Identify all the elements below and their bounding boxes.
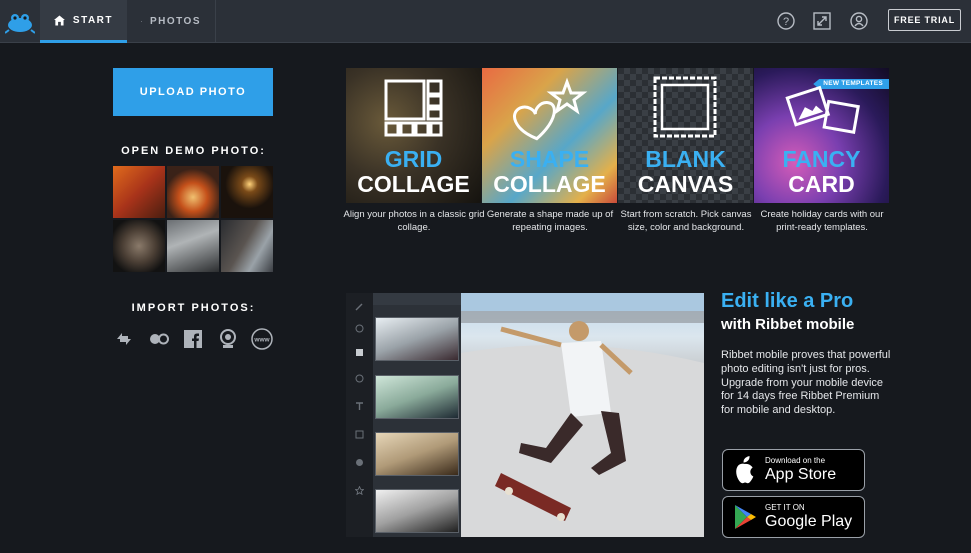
- import-photos-label: IMPORT PHOTOS:: [131, 302, 256, 314]
- promo-title: Edit like a Pro: [721, 290, 854, 312]
- photo-cards-icon: [785, 85, 860, 134]
- favorite-icon: [346, 485, 373, 495]
- google-play-big-text: Google Play: [765, 513, 853, 530]
- apple-icon: [736, 456, 754, 484]
- tab-start[interactable]: START: [40, 0, 127, 43]
- tab-photos-label: PHOTOS: [149, 16, 201, 27]
- demo-photo-portrait[interactable]: [113, 220, 165, 272]
- frames-icon: [346, 429, 373, 439]
- blank-canvas-card[interactable]: BLANK CANVAS: [618, 68, 753, 203]
- fancy-card-description: Create holiday cards with our print-read…: [760, 209, 884, 233]
- demo-photo-autumn-path[interactable]: [113, 166, 165, 218]
- tab-photos[interactable]: PHOTOS: [127, 0, 216, 43]
- google-play-button[interactable]: GET IT ON Google Play: [722, 496, 865, 538]
- fancy-card-title-line1: FANCY: [782, 146, 861, 172]
- effect-thumb-vintage: [375, 432, 459, 476]
- demo-photo-tunnel[interactable]: [167, 166, 219, 218]
- ribbet-logo[interactable]: [0, 0, 40, 43]
- grid-collage-title-line1: GRID: [384, 146, 443, 172]
- account-icon[interactable]: [849, 11, 869, 31]
- effect-thumb-polaroid: [375, 375, 459, 419]
- demo-photo-street[interactable]: [167, 220, 219, 272]
- facebook-icon[interactable]: [182, 328, 204, 350]
- effect-thumb-bw: [375, 489, 459, 533]
- blank-canvas-title-line2: CANVAS: [637, 171, 734, 197]
- mobile-panel-header: [373, 293, 461, 305]
- app-store-button[interactable]: Download on the App Store: [722, 449, 865, 491]
- skateboarder-photo: [461, 293, 704, 537]
- fancy-card-card[interactable]: NEW TEMPLATES FANCY CARD: [754, 68, 889, 203]
- shape-collage-title-line1: SHAPE: [509, 146, 590, 172]
- svg-text:www: www: [253, 337, 270, 344]
- shape-collage-card[interactable]: SHAPE COLLAGE: [482, 68, 617, 203]
- open-demo-photo-label: OPEN DEMO PHOTO:: [121, 145, 266, 157]
- mobile-effects-panel: [373, 293, 461, 537]
- free-trial-button[interactable]: FREE TRIAL: [888, 9, 961, 31]
- app-store-big-text: App Store: [765, 466, 837, 483]
- wand-icon: [346, 301, 373, 311]
- home-icon: [54, 15, 65, 25]
- demo-photo-lightbulb[interactable]: [221, 166, 273, 218]
- grid-collage-icon: [384, 79, 443, 137]
- upload-photo-button[interactable]: UPLOAD PHOTO: [113, 68, 273, 116]
- svg-text:?: ?: [783, 16, 789, 28]
- fullscreen-icon[interactable]: [812, 11, 832, 31]
- google-play-small-text: GET IT ON: [765, 503, 805, 512]
- touch-up-icon: [346, 373, 373, 383]
- mobile-app-preview: [346, 293, 704, 537]
- app-store-small-text: Download on the: [765, 456, 826, 465]
- tab-start-label: START: [72, 14, 113, 26]
- mobile-tool-rail: [346, 293, 373, 537]
- text-tool-icon: [346, 401, 373, 411]
- effects-icon: [346, 347, 373, 357]
- demo-photo-grid: [113, 166, 273, 274]
- web-url-icon[interactable]: www: [251, 328, 273, 350]
- heart-star-icon: [513, 77, 588, 141]
- image-icon: [141, 21, 142, 22]
- grid-collage-description: Align your photos in a classic grid coll…: [343, 209, 485, 233]
- grid-collage-card[interactable]: GRID COLLAGE: [346, 68, 481, 203]
- blank-canvas-description: Start from scratch. Pick canvas size, co…: [620, 209, 752, 233]
- shape-collage-title-line2: COLLAGE: [493, 171, 606, 197]
- promo-subtitle: with Ribbet mobile: [721, 316, 855, 333]
- top-bar: START PHOTOS ? FREE TRIAL: [0, 0, 971, 43]
- skateboarder-figure: [461, 293, 704, 537]
- shape-collage-description: Generate a shape made up of repeating im…: [486, 209, 614, 233]
- frog-logo-icon: [5, 13, 35, 34]
- google-play-icon: [735, 505, 756, 529]
- blank-canvas-title-line1: BLANK: [645, 146, 726, 172]
- webcam-icon[interactable]: [217, 328, 239, 350]
- reload-icon[interactable]: [113, 328, 135, 350]
- grid-collage-title-line2: COLLAGE: [357, 171, 470, 197]
- flickr-icon[interactable]: [148, 328, 170, 350]
- sticker-icon: [346, 457, 373, 467]
- adjust-icon: [346, 323, 373, 333]
- help-icon[interactable]: ?: [776, 11, 796, 31]
- import-sources: www: [113, 328, 273, 350]
- fancy-card-title-line2: CARD: [788, 171, 855, 197]
- stamp-frame-icon: [653, 76, 717, 138]
- effect-thumb-vignette: [375, 317, 459, 361]
- promo-description: Ribbet mobile proves that powerful photo…: [721, 349, 891, 417]
- demo-photo-woman[interactable]: [221, 220, 273, 272]
